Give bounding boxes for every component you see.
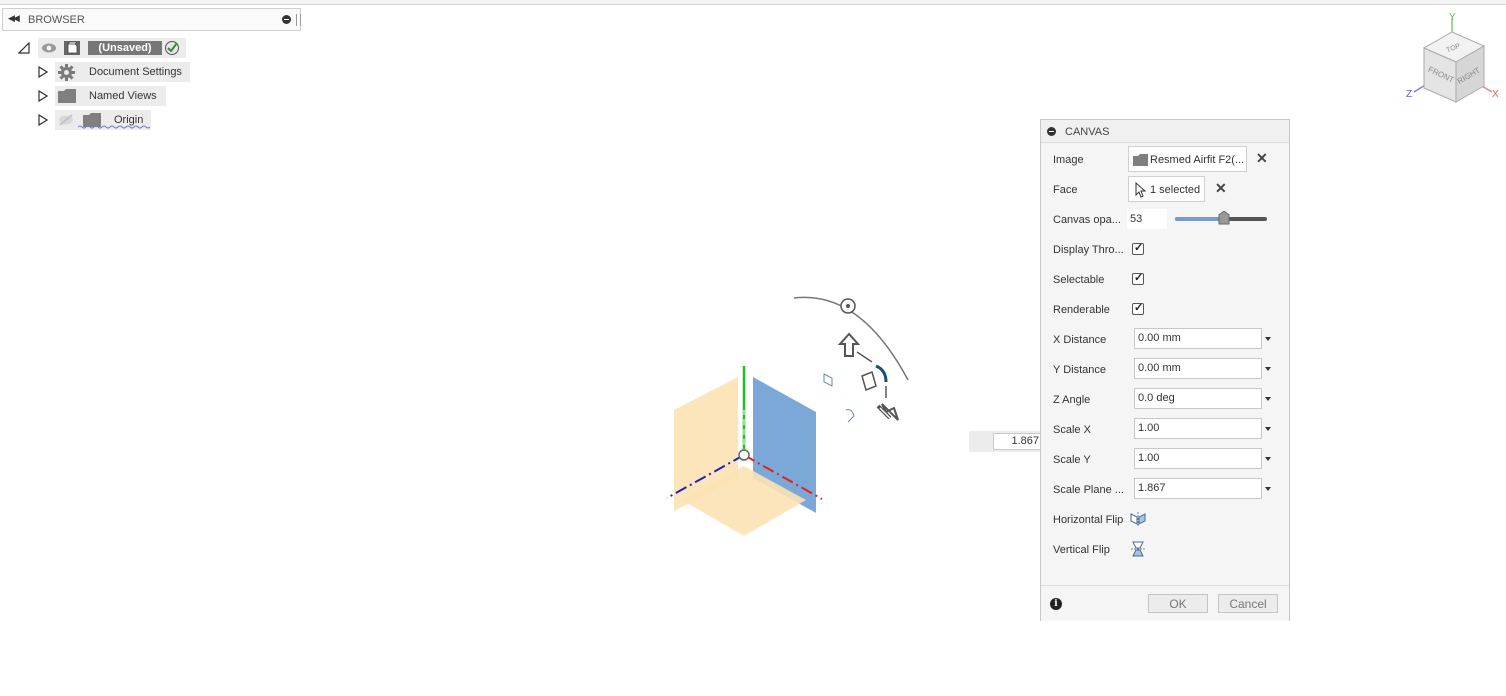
renderable-checkbox[interactable]: [1132, 301, 1144, 315]
viewcube-z-label: Z: [1406, 89, 1412, 100]
info-icon[interactable]: i: [1050, 598, 1062, 610]
canvas-dialog: CANVAS Image Resmed Airfit F2(... ✕ Face…: [1040, 119, 1290, 621]
scale-y-label: Scale Y: [1053, 454, 1091, 466]
viewcube-y-label: Y: [1449, 12, 1456, 23]
origin-point[interactable]: [738, 449, 750, 461]
x-distance-dropdown-icon[interactable]: [1265, 337, 1271, 341]
z-angle-dropdown-icon[interactable]: [1265, 397, 1271, 401]
z-angle-label: Z Angle: [1053, 394, 1091, 406]
flip-handle-icon[interactable]: [823, 373, 833, 387]
z-angle-input[interactable]: 0.0 deg: [1134, 388, 1262, 409]
dialog-footer: i OK Cancel: [1041, 585, 1289, 621]
opacity-slider-thumb[interactable]: [1218, 211, 1230, 225]
collapsed-triangle-icon[interactable]: [38, 90, 48, 102]
cancel-button[interactable]: Cancel: [1218, 594, 1278, 613]
y-distance-input[interactable]: 0.00 mm: [1134, 358, 1262, 379]
y-distance-dropdown-icon[interactable]: [1265, 367, 1271, 371]
folder-icon: [58, 89, 76, 103]
face-selection-count: 1 selected: [1150, 184, 1201, 196]
display-through-checkbox[interactable]: [1132, 241, 1144, 255]
scale-x-input[interactable]: 1.00: [1134, 418, 1262, 439]
opacity-slider-fill: [1175, 217, 1224, 221]
x-distance-input[interactable]: 0.00 mm: [1134, 328, 1262, 349]
display-through-label: Display Thro...: [1053, 244, 1124, 256]
x-distance-label: X Distance: [1053, 334, 1107, 346]
selectable-checkbox[interactable]: [1132, 271, 1144, 285]
eye-hidden-icon[interactable]: [58, 114, 74, 126]
y-distance-label: Y Distance: [1053, 364, 1106, 376]
opacity-slider[interactable]: [1175, 211, 1267, 225]
dialog-title: CANVAS: [1065, 126, 1110, 138]
browser-root-row[interactable]: (Unsaved): [0, 38, 190, 58]
canvas-manipulator-scene[interactable]: [650, 280, 920, 550]
item-label: Named Views: [89, 90, 157, 102]
vertical-flip-label: Vertical Flip: [1053, 544, 1110, 556]
scale-x-dropdown-icon[interactable]: [1265, 427, 1271, 431]
planar-move-handle[interactable]: [861, 370, 877, 392]
scale-plane-label: Scale Plane ...: [1053, 484, 1124, 496]
clear-image-icon[interactable]: ✕: [1256, 150, 1268, 167]
expanded-triangle-icon[interactable]: [18, 42, 30, 54]
browser-item-origin[interactable]: Origin: [0, 110, 160, 130]
face-select-button[interactable]: 1 selected: [1128, 176, 1205, 202]
viewcube-x-label: X: [1492, 89, 1499, 100]
move-up-arrow-icon[interactable]: [837, 332, 861, 357]
wavy-underline: [78, 125, 151, 129]
opacity-label: Canvas opa...: [1053, 214, 1121, 226]
browser-title: BROWSER: [28, 14, 85, 26]
dialog-header[interactable]: CANVAS: [1041, 120, 1289, 143]
root-node-label: (Unsaved): [88, 41, 162, 55]
scale-y-dropdown-icon[interactable]: [1265, 457, 1271, 461]
opacity-input[interactable]: 53: [1127, 209, 1167, 229]
flip-handle-icon[interactable]: [845, 409, 855, 423]
minimize-icon[interactable]: [282, 15, 291, 24]
ok-button[interactable]: OK: [1148, 594, 1208, 613]
horizontal-flip-icon[interactable]: [1130, 511, 1146, 527]
selectable-label: Selectable: [1053, 274, 1105, 286]
top-toolbar-edge: [0, 0, 1506, 5]
collapsed-triangle-icon[interactable]: [38, 66, 48, 78]
collapse-dialog-icon[interactable]: [1047, 127, 1056, 136]
gear-icon: [58, 64, 75, 81]
browser-item-named-views[interactable]: Named Views: [0, 86, 170, 106]
eye-icon[interactable]: [41, 42, 57, 54]
cursor-icon: [1135, 182, 1147, 198]
collapse-icon[interactable]: ◀◀: [8, 13, 20, 24]
collapsed-triangle-icon[interactable]: [38, 114, 48, 126]
scale-plane-dropdown-icon[interactable]: [1265, 487, 1271, 491]
scale-y-input[interactable]: 1.00: [1134, 448, 1262, 469]
browser-item-document-settings[interactable]: Document Settings: [0, 62, 190, 82]
viewcube[interactable]: TOP FRONT RIGHT Y X Z: [1398, 10, 1506, 110]
image-label: Image: [1053, 154, 1084, 166]
clear-face-icon[interactable]: ✕: [1215, 180, 1227, 197]
scale-plane-input[interactable]: 1.867: [1134, 478, 1262, 499]
vertical-flip-icon[interactable]: [1130, 541, 1146, 557]
item-label: Document Settings: [89, 66, 182, 78]
panel-grip-icon[interactable]: [296, 14, 301, 26]
renderable-label: Renderable: [1053, 304, 1110, 316]
image-filename: Resmed Airfit F2(...: [1150, 154, 1245, 166]
scale-arc-handle[interactable]: [875, 364, 888, 383]
image-select-button[interactable]: Resmed Airfit F2(...: [1128, 146, 1247, 172]
horizontal-flip-label: Horizontal Flip: [1053, 514, 1124, 526]
folder-icon: [1133, 154, 1148, 166]
face-label: Face: [1053, 184, 1078, 196]
scale-x-label: Scale X: [1053, 424, 1091, 436]
browser-panel-header: ◀◀ BROWSER: [2, 8, 301, 31]
component-icon: [64, 41, 80, 55]
activate-check-icon[interactable]: [164, 40, 180, 56]
